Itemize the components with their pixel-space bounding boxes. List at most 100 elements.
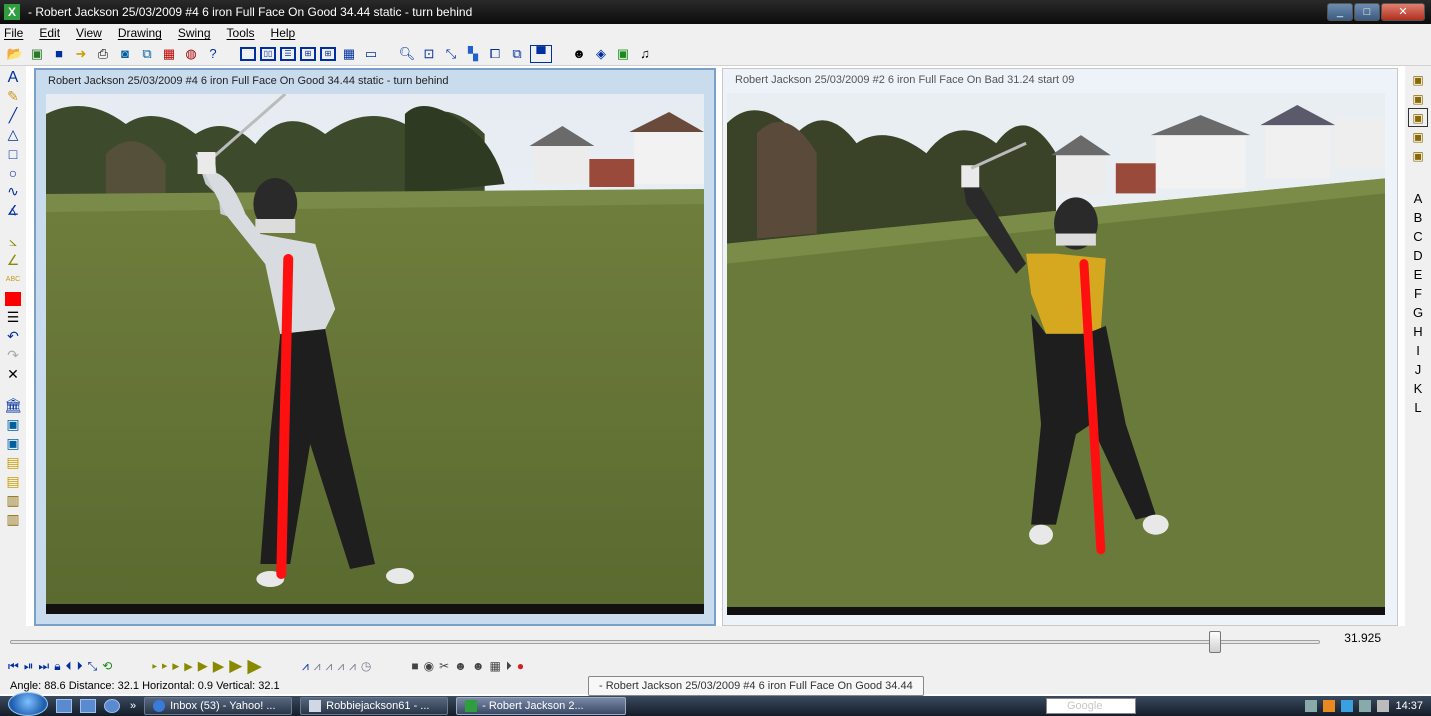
letter-d[interactable]: D xyxy=(1413,246,1422,265)
delete-icon[interactable]: ✕ xyxy=(2,365,24,384)
two-view-icon[interactable]: ▯▯ xyxy=(260,46,276,61)
fit-icon[interactable]: ⊡ xyxy=(420,45,438,63)
close-icon[interactable]: ✕ xyxy=(1381,3,1425,21)
text-icon[interactable]: A xyxy=(2,68,24,87)
speed-2-icon[interactable]: ▶ xyxy=(162,662,167,670)
clock-icon[interactable]: ◷ xyxy=(361,659,371,673)
taskbar-button-document[interactable]: Robbiejackson61 - ... xyxy=(300,697,449,715)
step-both-icon[interactable]: ⏯ xyxy=(24,659,34,674)
volume-icon[interactable] xyxy=(1377,700,1390,712)
letter-j[interactable]: J xyxy=(1415,360,1422,379)
ie-quicklaunch-icon[interactable] xyxy=(104,699,120,713)
abc-icon[interactable]: ABC xyxy=(2,270,24,289)
menu-view[interactable]: View xyxy=(76,26,102,40)
table-view-icon[interactable]: ▦ xyxy=(340,45,358,63)
color-swatch-icon[interactable] xyxy=(2,289,24,308)
print-icon[interactable]: ⎙ xyxy=(94,45,112,63)
compare-icon[interactable]: ⧠ xyxy=(486,45,504,63)
video-slot-icon-2[interactable]: ▣ xyxy=(1408,89,1428,108)
skip-start-icon[interactable]: ⏮ xyxy=(8,659,19,674)
menu-tools[interactable]: Tools xyxy=(227,26,255,40)
record-icon[interactable]: ■ xyxy=(411,659,418,673)
letter-i[interactable]: I xyxy=(1416,341,1420,360)
video-frame-right[interactable] xyxy=(727,93,1385,615)
swing-4-icon[interactable]: ⩘ xyxy=(337,659,344,674)
speed-3-icon[interactable]: ▶ xyxy=(172,661,179,672)
frame-icon-2[interactable]: ▣ xyxy=(2,434,24,453)
taskbar-button-yahoo[interactable]: Inbox (53) - Yahoo! ... xyxy=(144,697,293,715)
circle-icon[interactable]: ○ xyxy=(2,163,24,182)
crop-icon[interactable]: ⤡ xyxy=(442,45,460,63)
frame-icon-6[interactable]: ▥ xyxy=(2,510,24,529)
library-icon[interactable]: 🏛︎ xyxy=(2,396,24,415)
tiles-icon[interactable]: ▚ xyxy=(464,45,482,63)
letter-b[interactable]: B xyxy=(1414,208,1423,227)
sheet-icon[interactable]: ▣ xyxy=(614,45,632,63)
lock-icon[interactable]: 🔒︎ xyxy=(54,659,60,674)
frame-icon-4[interactable]: ▤ xyxy=(2,472,24,491)
swing-3-icon[interactable]: ⩘ xyxy=(326,659,333,674)
speed-5-icon[interactable]: ▶ xyxy=(198,658,208,674)
swing-2-icon[interactable]: ⩘ xyxy=(314,659,321,674)
network-icon[interactable] xyxy=(1359,700,1372,712)
play-circle-icon[interactable]: ⏵ xyxy=(506,659,512,674)
redo-icon[interactable]: ↷ xyxy=(2,346,24,365)
search-icon[interactable] xyxy=(1305,700,1318,712)
color-balls-icon[interactable]: ● xyxy=(517,659,524,673)
copy-icon[interactable]: ⧉ xyxy=(138,45,156,63)
menu-help[interactable]: Help xyxy=(271,26,296,40)
figure-1-icon[interactable]: ☻ xyxy=(454,659,467,673)
video-frame-left[interactable] xyxy=(46,94,704,614)
speed-7-icon[interactable]: ▶ xyxy=(229,656,242,676)
show-desktop-icon[interactable] xyxy=(56,699,72,713)
horizontal-split-icon[interactable]: ☰ xyxy=(280,46,296,61)
globe-icon[interactable]: ◍ xyxy=(182,45,200,63)
minimize-icon[interactable]: _ xyxy=(1327,3,1353,21)
menu-edit[interactable]: Edit xyxy=(39,26,60,40)
taskbar-button-app[interactable]: - Robert Jackson 2... xyxy=(456,697,627,715)
menu-file[interactable]: File xyxy=(4,26,23,40)
letter-a[interactable]: A xyxy=(1414,189,1423,208)
letter-l[interactable]: L xyxy=(1414,398,1421,417)
angle-icon[interactable]: ∡ xyxy=(2,201,24,220)
camera-icon[interactable]: ◙ xyxy=(116,45,134,63)
music-icon[interactable]: ♫ xyxy=(636,45,654,63)
skip-end-icon[interactable]: ⏭ xyxy=(38,659,49,674)
letter-h[interactable]: H xyxy=(1413,322,1422,341)
frame-icon-5[interactable]: ▥ xyxy=(2,491,24,510)
video-panel-left[interactable]: Robert Jackson 25/03/2009 #4 6 iron Full… xyxy=(34,68,716,626)
swing-1-icon[interactable]: ⩘ xyxy=(302,659,309,674)
webcam-icon[interactable]: ◉ xyxy=(424,659,434,673)
triangle-icon[interactable]: △ xyxy=(2,125,24,144)
help-icon[interactable]: ? xyxy=(204,45,222,63)
cut-icon[interactable]: ✂ xyxy=(439,659,449,673)
maximize-icon[interactable]: □ xyxy=(1354,3,1380,21)
next-frame-icon[interactable]: ⏵ xyxy=(77,659,83,674)
open-video-icon[interactable]: ▣ xyxy=(28,45,46,63)
letter-k[interactable]: K xyxy=(1414,379,1423,398)
line-width-icon[interactable]: ☰ xyxy=(2,308,24,327)
window-icon[interactable]: ▀ xyxy=(530,44,552,63)
switch-windows-icon[interactable] xyxy=(80,699,96,713)
monitor-icon[interactable]: ▭ xyxy=(362,45,380,63)
user-icon[interactable]: ☻ xyxy=(570,45,588,63)
rectangle-icon[interactable]: □ xyxy=(2,144,24,163)
frame-icon-3[interactable]: ▤ xyxy=(2,453,24,472)
video-slot-icon-3[interactable]: ▣ xyxy=(1408,108,1428,127)
video-panel-right[interactable]: Robert Jackson 25/03/2009 #2 6 iron Full… xyxy=(722,68,1398,626)
film-icon[interactable]: ▦ xyxy=(160,45,178,63)
figure-2-icon[interactable]: ☻ xyxy=(472,659,485,673)
frame-icon-1[interactable]: ▣ xyxy=(2,415,24,434)
open-folder-icon[interactable]: 📂 xyxy=(6,45,24,63)
curve-icon[interactable]: ∿ xyxy=(2,182,24,201)
video-slot-icon-5[interactable]: ▣ xyxy=(1408,146,1428,165)
letter-g[interactable]: G xyxy=(1413,303,1423,322)
quad-view-icon[interactable]: ⊞ xyxy=(300,46,316,61)
video-slot-icon-4[interactable]: ▣ xyxy=(1408,127,1428,146)
single-view-icon[interactable] xyxy=(240,46,256,61)
marker-icon[interactable]: ⤡ xyxy=(88,659,98,674)
letter-f[interactable]: F xyxy=(1414,284,1422,303)
letter-e[interactable]: E xyxy=(1414,265,1423,284)
pencil-icon[interactable]: ✎ xyxy=(2,87,24,106)
swing-5-icon[interactable]: ⩘ xyxy=(349,659,356,674)
